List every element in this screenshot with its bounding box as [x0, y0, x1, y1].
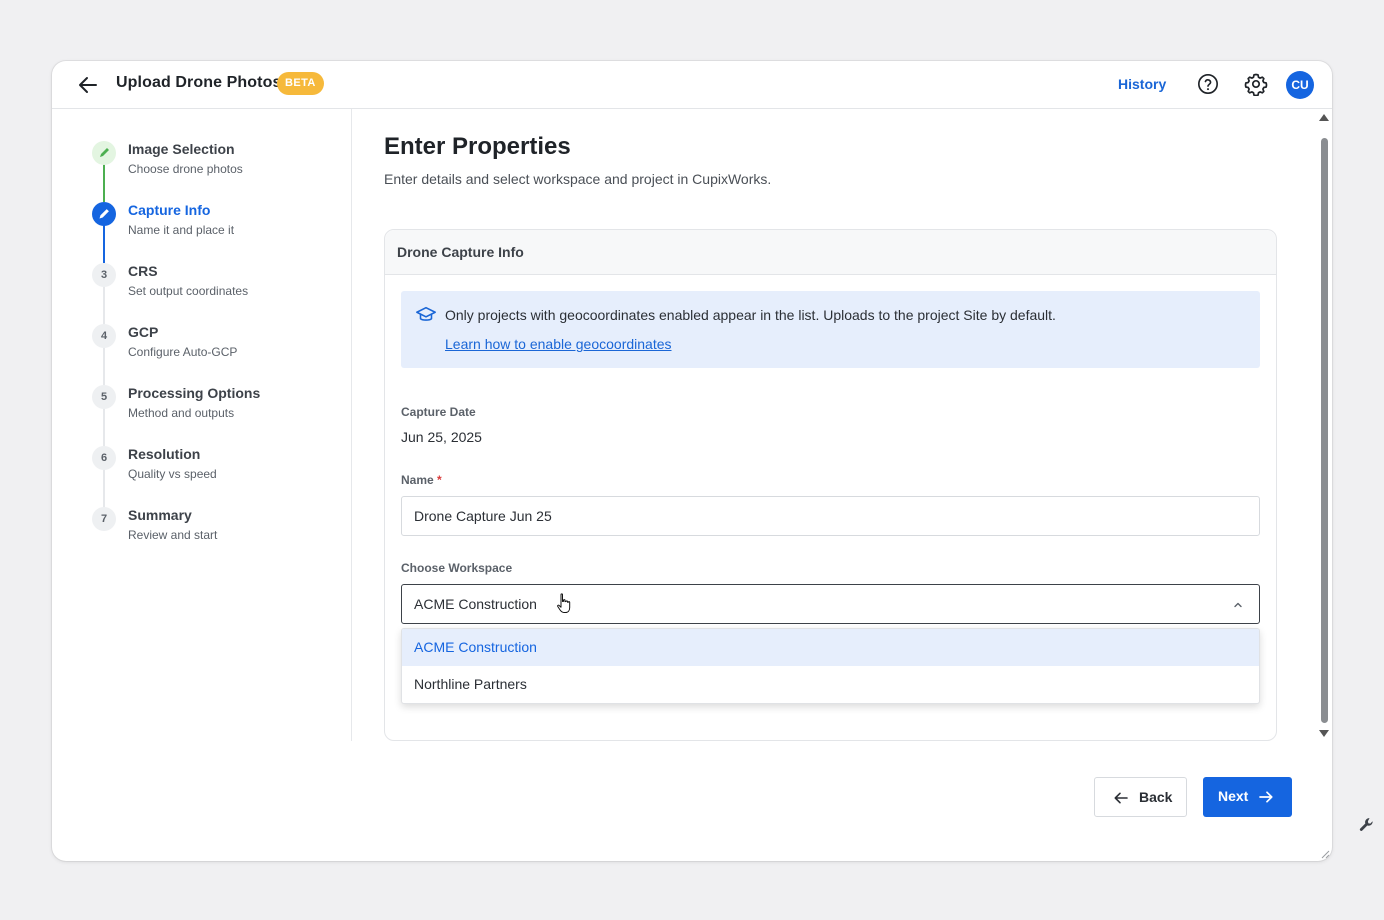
graduation-cap-icon: [416, 306, 436, 321]
step-title: Processing Options: [128, 385, 261, 401]
pencil-icon: [99, 209, 109, 219]
capture-date-value: Jun 25, 2025: [401, 429, 482, 445]
step-title: Summary: [128, 507, 192, 523]
step-subtitle: Configure Auto-GCP: [128, 345, 238, 359]
step-resolution[interactable]: 6 Resolution Quality vs speed: [92, 446, 332, 496]
step-number: 3: [92, 263, 116, 287]
history-link[interactable]: History: [1118, 76, 1166, 92]
beta-badge: BETA: [277, 72, 324, 95]
help-icon[interactable]: [1197, 73, 1219, 95]
step-active-marker: [92, 202, 116, 226]
step-crs[interactable]: 3 CRS Set output coordinates: [92, 263, 332, 313]
avatar[interactable]: CU: [1286, 71, 1314, 99]
step-gcp[interactable]: 4 GCP Configure Auto-GCP: [92, 324, 332, 374]
capture-date-label: Capture Date: [401, 405, 476, 419]
pencil-icon: [100, 148, 109, 157]
next-button-label: Next: [1218, 788, 1249, 804]
back-button[interactable]: Back: [1094, 777, 1187, 817]
step-title: CRS: [128, 263, 158, 279]
workspace-select[interactable]: ACME Construction: [401, 584, 1260, 624]
drone-capture-info-panel: Drone Capture Info Only projects with ge…: [384, 229, 1277, 741]
stepper-sidebar: Image Selection Choose drone photos Capt…: [52, 109, 352, 741]
learn-geocoordinates-link[interactable]: Learn how to enable geocoordinates: [445, 336, 672, 352]
app-title: Upload Drone Photos: [116, 74, 282, 91]
info-text: Only projects with geocoordinates enable…: [445, 307, 1056, 323]
required-mark: *: [437, 473, 442, 487]
wrench-icon[interactable]: [1358, 816, 1376, 834]
resize-grip-icon[interactable]: [1320, 849, 1330, 859]
workspace-dropdown: ACME Construction Northline Partners: [401, 628, 1260, 704]
panel-header: Drone Capture Info: [385, 230, 1276, 275]
workspace-label: Choose Workspace: [401, 561, 513, 575]
step-subtitle: Quality vs speed: [128, 467, 217, 481]
back-button-label: Back: [1139, 789, 1173, 805]
arrow-right-icon: [1259, 791, 1273, 803]
upload-dialog: Upload Drone Photos BETA History CU Imag…: [52, 61, 1332, 861]
step-image-selection[interactable]: Image Selection Choose drone photos: [92, 141, 332, 191]
workspace-option[interactable]: Northline Partners: [402, 666, 1259, 703]
step-subtitle: Name it and place it: [128, 223, 235, 237]
step-number: 7: [92, 507, 116, 531]
name-label: Name *: [401, 473, 442, 487]
workspace-option[interactable]: ACME Construction: [402, 629, 1259, 666]
step-processing-options[interactable]: 5 Processing Options Method and outputs: [92, 385, 332, 435]
step-subtitle: Review and start: [128, 528, 218, 542]
step-title: Image Selection: [128, 141, 235, 157]
name-label-text: Name: [401, 473, 434, 487]
page-title: Enter Properties: [384, 133, 571, 160]
next-button[interactable]: Next: [1203, 777, 1292, 817]
app-header: Upload Drone Photos BETA History CU: [52, 61, 1332, 109]
gear-icon[interactable]: [1244, 72, 1268, 96]
main-scrollbar[interactable]: [1318, 113, 1330, 741]
chevron-up-icon: [1234, 602, 1242, 608]
step-capture-info[interactable]: Capture Info Name it and place it: [92, 202, 332, 252]
scroll-up-arrow-icon[interactable]: [1319, 114, 1329, 121]
panel-title: Drone Capture Info: [397, 244, 524, 260]
step-title: Capture Info: [128, 202, 211, 218]
step-number: 5: [92, 385, 116, 409]
name-input[interactable]: [401, 496, 1260, 536]
step-number: 4: [92, 324, 116, 348]
main-content: Enter Properties Enter details and selec…: [352, 109, 1318, 741]
scrollbar-thumb[interactable]: [1321, 138, 1328, 723]
arrow-left-icon: [1114, 792, 1128, 804]
workspace-selected-value: ACME Construction: [414, 596, 537, 612]
step-subtitle: Set output coordinates: [128, 284, 249, 298]
step-done-marker: [92, 141, 116, 165]
step-subtitle: Choose drone photos: [128, 162, 243, 176]
step-summary[interactable]: 7 Summary Review and start: [92, 507, 332, 557]
back-arrow-icon[interactable]: [76, 73, 100, 97]
step-title: Resolution: [128, 446, 201, 462]
page-subtitle: Enter details and select workspace and p…: [384, 171, 772, 187]
step-number: 6: [92, 446, 116, 470]
step-subtitle: Method and outputs: [128, 406, 235, 420]
step-title: GCP: [128, 324, 159, 340]
scroll-down-arrow-icon[interactable]: [1319, 730, 1329, 737]
info-banner: Only projects with geocoordinates enable…: [401, 291, 1260, 368]
